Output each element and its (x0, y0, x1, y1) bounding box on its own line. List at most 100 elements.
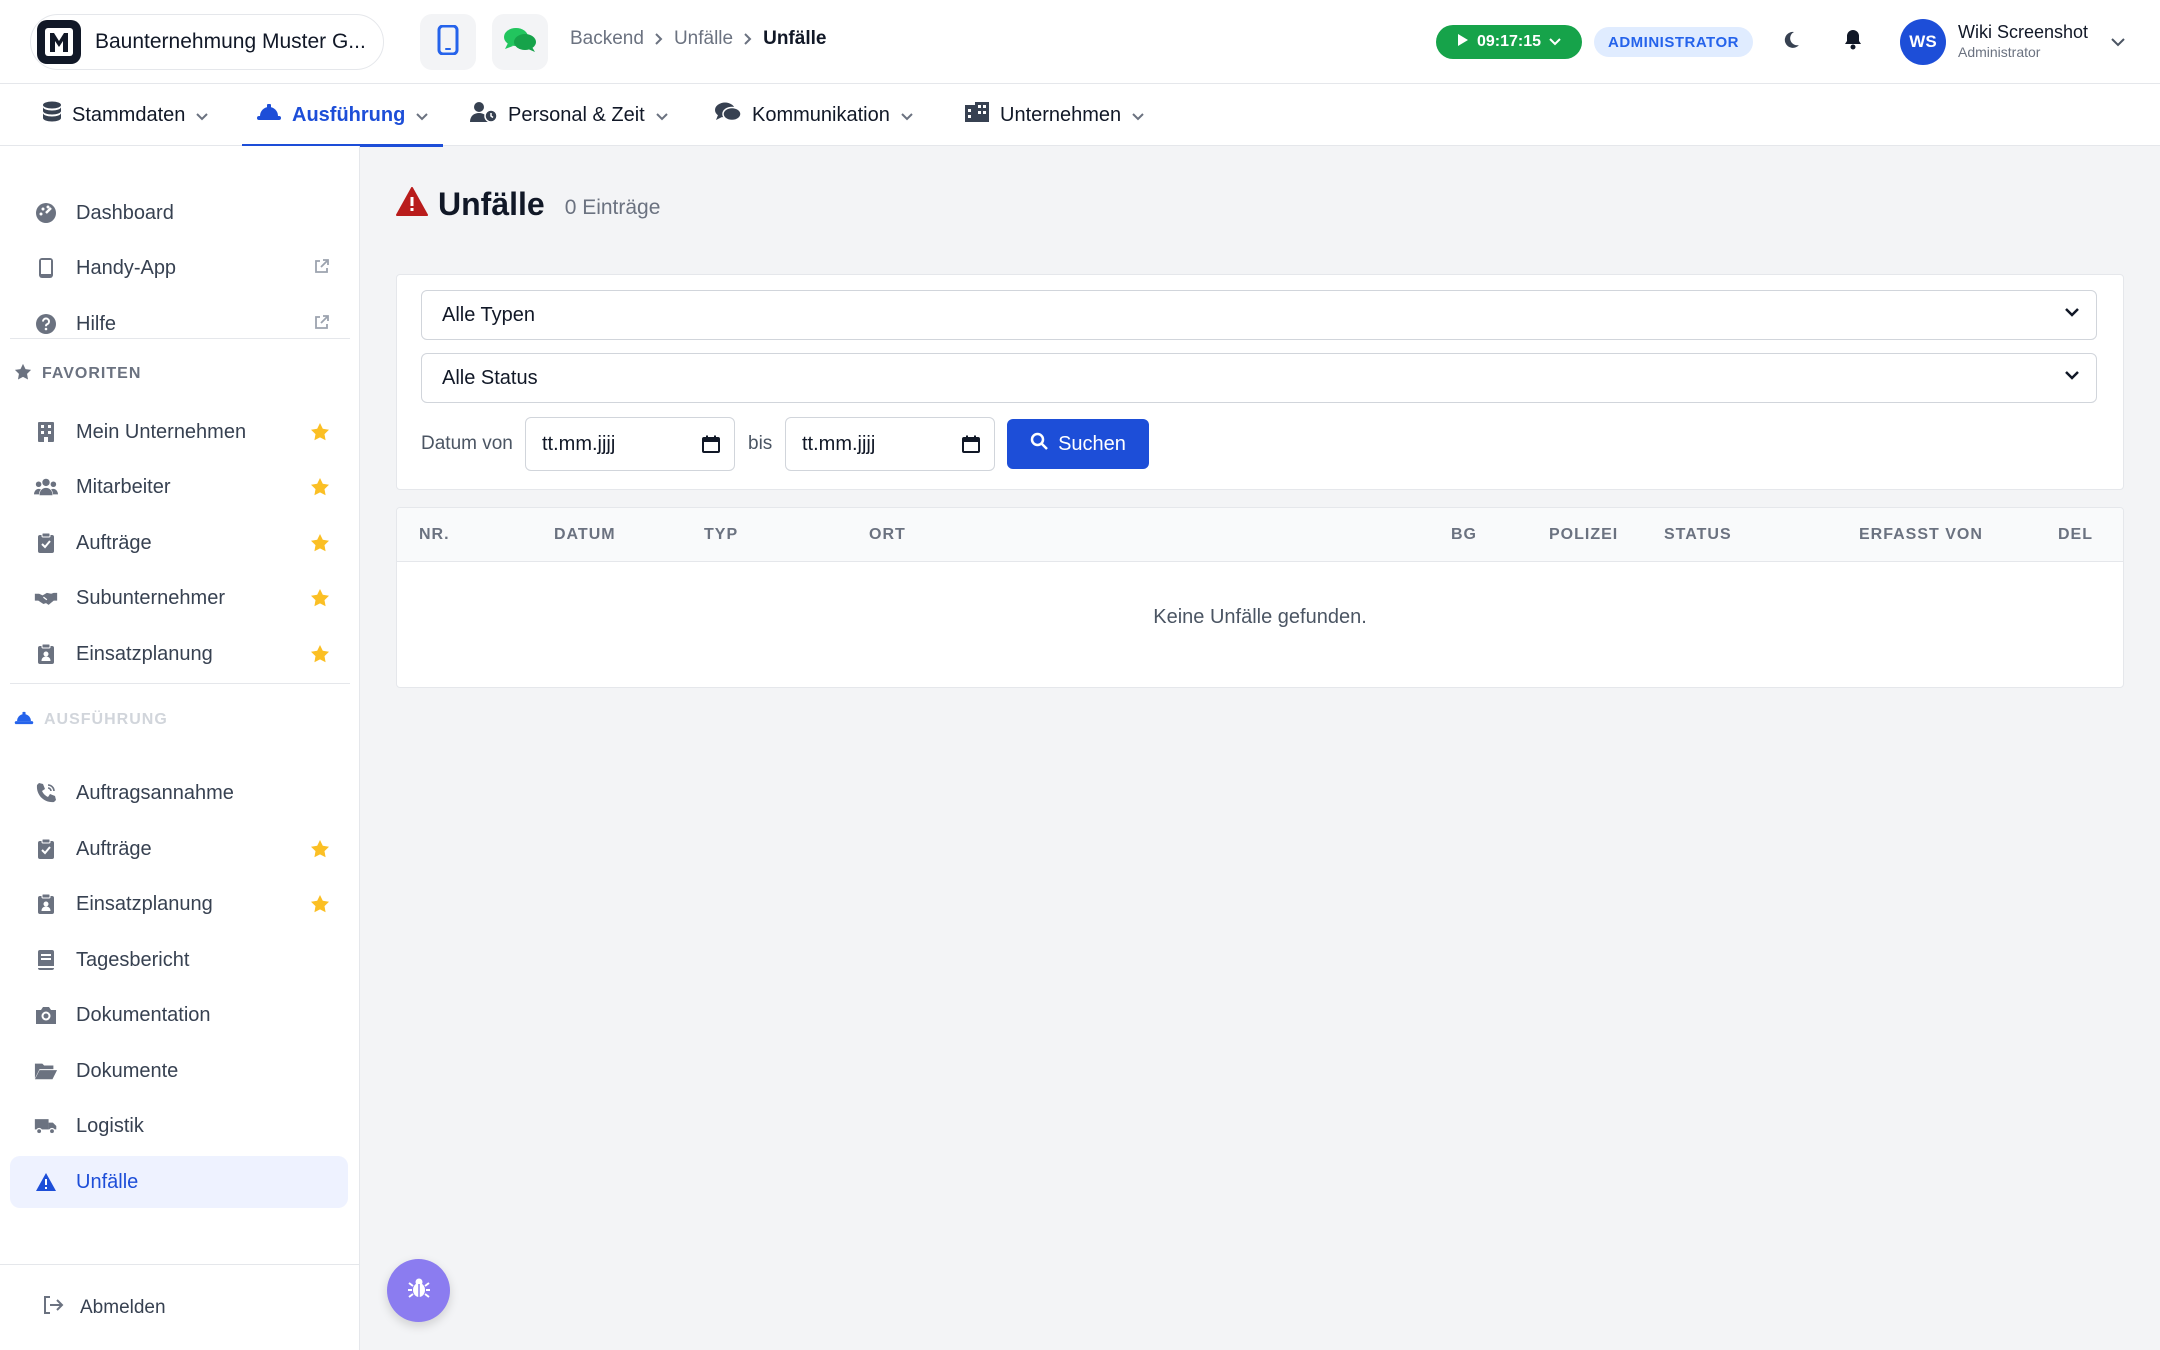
breadcrumb-unfaelle[interactable]: Unfälle (674, 28, 733, 50)
page-heading: Unfälle (438, 186, 545, 222)
sidebar-item-label: Hilfe (76, 312, 117, 335)
sidebar-divider (10, 338, 350, 339)
sidebar-item-dokumentation[interactable]: Dokumentation (10, 989, 348, 1041)
column-header-status[interactable]: STATUS (1664, 526, 1732, 544)
avatar: WS (1900, 19, 1946, 65)
play-icon (1457, 33, 1469, 52)
chevron-down-icon (655, 104, 669, 127)
sidebar-item-label: Mein Unternehmen (76, 420, 247, 443)
sidebar-item-logistik[interactable]: Logistik (10, 1100, 348, 1152)
external-link-icon (314, 258, 330, 274)
calendar-icon[interactable] (702, 435, 720, 453)
gauge-icon (34, 202, 58, 224)
star-icon[interactable] (310, 422, 330, 442)
building-icon (34, 421, 58, 443)
breadcrumb-backend[interactable]: Backend (570, 28, 644, 50)
building-icon (964, 101, 990, 129)
user-clock-icon (470, 101, 498, 129)
date-from-input[interactable]: tt.mm.jjjj (525, 417, 735, 471)
user-menu[interactable]: WS Wiki Screenshot Administrator (1900, 18, 2126, 66)
star-icon[interactable] (310, 894, 330, 914)
sidebar-item-handy-app[interactable]: Handy-App (10, 242, 348, 294)
star-icon[interactable] (310, 533, 330, 553)
sidebar-divider (10, 683, 350, 684)
sidebar-item-label: Subunternehmer (76, 586, 225, 609)
question-icon (34, 313, 58, 335)
sidebar-item-mitarbeiter[interactable]: Mitarbeiter (10, 461, 348, 513)
calendar-icon[interactable] (962, 435, 980, 453)
sidebar-item-subunternehmer[interactable]: Subunternehmer (10, 572, 348, 624)
nav-ausfuehrung[interactable]: Ausführung (241, 84, 444, 147)
nav-label: Stammdaten (72, 103, 186, 126)
search-button[interactable]: Suchen (1007, 419, 1149, 469)
phone-icon (34, 782, 58, 804)
sidebar-item-auftraege[interactable]: Aufträge (10, 517, 348, 569)
top-header: Baunternehmung Muster G... Backend Unfäl… (0, 0, 2160, 84)
logout-icon (42, 1295, 64, 1321)
type-select[interactable]: Alle Typen (421, 290, 2097, 340)
mobile-app-button[interactable] (420, 14, 476, 70)
time-tracker-button[interactable]: 09:17:15 (1436, 25, 1582, 59)
nav-personal-zeit[interactable]: Personal & Zeit (470, 84, 669, 146)
column-header-erfasst-von[interactable]: ERFASST VON (1859, 526, 1983, 544)
chevron-down-icon (195, 104, 209, 127)
sidebar-item-einsatzplanung[interactable]: Einsatzplanung (10, 628, 348, 680)
status-select-value: Alle Status (442, 366, 538, 389)
sidebar-item-auftraege-section[interactable]: Aufträge (10, 823, 348, 875)
chevron-down-icon (1131, 104, 1145, 127)
warning-icon (34, 1172, 58, 1192)
status-select[interactable]: Alle Status (421, 353, 2097, 403)
date-to-input[interactable]: tt.mm.jjjj (785, 417, 995, 471)
empty-state-message: Keine Unfälle gefunden. (1153, 606, 1367, 628)
chat-button[interactable] (492, 14, 548, 70)
nav-label: Unternehmen (1000, 103, 1122, 126)
column-header-nr[interactable]: NR. (419, 526, 450, 544)
sidebar: Dashboard Handy-App Hilfe FAVORITEN Mein… (0, 146, 360, 1350)
sidebar-item-label: Logistik (76, 1114, 144, 1137)
sidebar-item-dashboard[interactable]: Dashboard (10, 187, 348, 239)
company-switcher[interactable]: Baunternehmung Muster G... (30, 14, 384, 70)
sidebar-item-label: Dashboard (76, 201, 174, 224)
sidebar-item-unfaelle[interactable]: Unfälle (10, 1156, 348, 1208)
dark-mode-toggle[interactable] (1776, 27, 1806, 57)
breadcrumb-current: Unfälle (763, 28, 827, 49)
sidebar-item-label: Aufträge (76, 531, 152, 554)
star-icon[interactable] (310, 644, 330, 664)
star-icon[interactable] (310, 839, 330, 859)
nav-label: Personal & Zeit (508, 103, 645, 126)
sidebar-item-auftragsannahme[interactable]: Auftragsannahme (10, 767, 348, 819)
logout-button[interactable]: Abmelden (0, 1264, 360, 1350)
company-logo (37, 20, 81, 64)
section-title: AUSFÜHRUNG (44, 711, 168, 728)
nav-unternehmen[interactable]: Unternehmen (964, 84, 1145, 146)
column-header-del[interactable]: DEL (2058, 526, 2093, 544)
favorites-title: FAVORITEN (42, 365, 142, 382)
clipboard-user-icon (34, 643, 58, 665)
star-icon[interactable] (310, 477, 330, 497)
favorites-header: FAVORITEN (14, 362, 141, 386)
sidebar-item-tagesbericht[interactable]: Tagesbericht (10, 934, 348, 986)
chevron-down-icon (1549, 33, 1561, 51)
column-header-ort[interactable]: ORT (869, 526, 906, 544)
star-icon[interactable] (310, 588, 330, 608)
column-header-datum[interactable]: DATUM (554, 526, 616, 544)
search-icon (1030, 432, 1048, 456)
clipboard-user-icon (34, 893, 58, 915)
sidebar-item-einsatzplanung-section[interactable]: Einsatzplanung (10, 878, 348, 930)
bug-report-button[interactable] (387, 1259, 450, 1322)
sidebar-item-dokumente[interactable]: Dokumente (10, 1045, 348, 1097)
column-header-bg[interactable]: BG (1451, 526, 1477, 544)
nav-kommunikation[interactable]: Kommunikation (714, 84, 914, 146)
clipboard-check-icon (34, 532, 58, 554)
nav-stammdaten[interactable]: Stammdaten (42, 84, 209, 146)
star-icon (14, 363, 32, 386)
column-header-polizei[interactable]: POLIZEI (1549, 526, 1618, 544)
sidebar-item-hilfe[interactable]: Hilfe (10, 298, 348, 350)
notifications-button[interactable] (1838, 27, 1868, 57)
sidebar-item-mein-unternehmen[interactable]: Mein Unternehmen (10, 406, 348, 458)
chevron-right-icon (654, 32, 664, 46)
entry-count: 0 Einträge (564, 195, 661, 219)
column-header-typ[interactable]: TYP (704, 526, 738, 544)
user-role: Administrator (1958, 44, 2041, 61)
sidebar-item-label: Aufträge (76, 837, 152, 860)
